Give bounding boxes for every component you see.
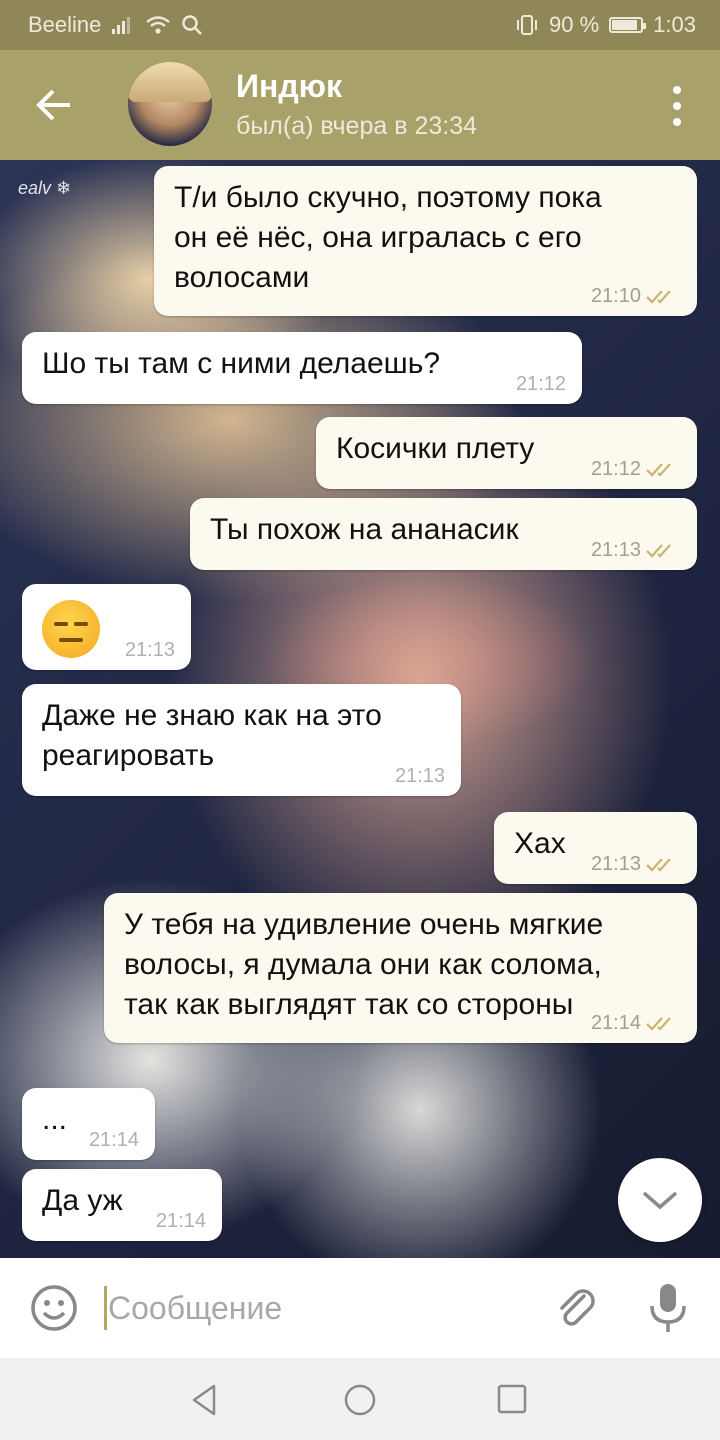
outgoing-message[interactable]: Хах 21:13 — [494, 812, 697, 884]
chat-area[interactable]: ealv ❄ Т/и было скучно, поэтому пока он е… — [0, 160, 720, 1258]
incoming-message[interactable]: 21:13 — [22, 584, 191, 670]
message-time: 21:14 — [590, 1012, 641, 1034]
message-meta: 21:14 — [156, 1211, 206, 1231]
message-text: У тебя на удивление очень мягкие волосы, … — [124, 905, 603, 1025]
chat-header: Индюк был(а) вчера в 23:34 — [0, 50, 720, 160]
message-time: 21:10 — [590, 285, 641, 307]
incoming-message[interactable]: Шо ты там с ними делаешь? 21:12 — [22, 332, 582, 404]
message-line: ... — [42, 1103, 68, 1136]
message-text: Ты похож на ананасик — [210, 510, 519, 550]
text-cursor — [104, 1286, 107, 1330]
message-text: Даже не знаю как на это реагировать — [42, 696, 382, 776]
incoming-message[interactable]: Да уж 21:14 — [22, 1169, 222, 1241]
message-text: Шо ты там с ними делаешь? — [42, 344, 440, 384]
message-composer — [0, 1258, 720, 1358]
wifi-icon — [146, 16, 171, 34]
more-vertical-icon[interactable] — [670, 86, 684, 126]
message-meta: 21:14 — [89, 1130, 139, 1150]
message-time: 21:13 — [124, 639, 175, 661]
message-time: 21:13 — [590, 539, 641, 561]
attach-button[interactable] — [550, 1282, 602, 1334]
battery-icon — [609, 17, 647, 33]
message-text: Да уж — [42, 1181, 123, 1221]
smiley-icon — [31, 1285, 77, 1331]
carrier-name: Beeline — [28, 12, 102, 37]
message-time: 21:13 — [590, 853, 641, 875]
outgoing-message[interactable]: У тебя на удивление очень мягкие волосы, … — [104, 893, 697, 1043]
search-icon — [182, 15, 203, 35]
outgoing-message[interactable]: Косички плету 21:12 — [316, 417, 697, 489]
message-meta: 21:12 — [516, 374, 566, 394]
message-meta: 21:13 — [591, 540, 681, 560]
message-line: Шо ты там с ними делаешь? — [42, 347, 441, 380]
message-meta: 21:14 — [591, 1013, 681, 1033]
nav-home-icon[interactable] — [342, 1382, 378, 1418]
message-time: 21:14 — [88, 1129, 139, 1151]
message-line: он её нёс, она игралась с его — [174, 221, 582, 254]
status-bar: Beeline 90 % 1:03 — [0, 0, 720, 50]
message-input[interactable] — [108, 1284, 528, 1332]
avatar[interactable] — [128, 62, 212, 146]
double-check-icon — [646, 1017, 671, 1031]
message-meta: 21:13 — [125, 640, 175, 660]
microphone-icon — [650, 1284, 686, 1332]
message-line: Т/и было скучно, поэтому пока — [174, 181, 602, 214]
message-time: 21:13 — [394, 765, 445, 787]
expressionless-face-emoji — [42, 600, 100, 658]
microphone-button[interactable] — [642, 1280, 694, 1336]
arrow-left-icon — [36, 89, 70, 121]
emoji-button[interactable] — [28, 1282, 80, 1334]
double-check-icon — [646, 858, 671, 872]
message-time: 21:12 — [590, 458, 641, 480]
chevron-down-icon — [642, 1191, 678, 1210]
message-line: Хах — [514, 827, 566, 860]
message-text: Косички плету — [336, 429, 534, 469]
scroll-down-button[interactable] — [618, 1158, 702, 1242]
double-check-icon — [646, 290, 671, 304]
paperclip-icon — [560, 1289, 595, 1326]
message-meta: 21:10 — [591, 286, 681, 306]
outgoing-message[interactable]: Т/и было скучно, поэтому пока он её нёс, … — [154, 166, 697, 316]
message-time: 21:14 — [155, 1210, 206, 1232]
wallpaper-watermark: ealv ❄ — [18, 178, 72, 198]
message-line: так как выглядят так со стороны — [124, 988, 574, 1021]
message-line: Косички плету — [336, 432, 535, 465]
battery-percent: 90 % — [549, 12, 600, 37]
outgoing-message[interactable]: Ты похож на ананасик 21:13 — [190, 498, 697, 570]
message-line: реагировать — [42, 739, 215, 772]
back-button[interactable] — [30, 80, 80, 130]
double-check-icon — [646, 463, 671, 477]
double-check-icon — [646, 544, 671, 558]
last-seen-status: был(а) вчера в 23:34 — [236, 112, 478, 140]
message-time: 21:12 — [515, 373, 566, 395]
clock: 1:03 — [653, 12, 696, 37]
incoming-message[interactable]: Даже не знаю как на это реагировать 21:13 — [22, 684, 461, 796]
incoming-message[interactable]: ... 21:14 — [22, 1088, 155, 1160]
message-line: волосами — [174, 261, 310, 294]
message-text: ... — [42, 1100, 67, 1140]
vibrate-icon — [517, 15, 538, 35]
system-navigation-bar — [0, 1358, 720, 1440]
message-line: Да уж — [42, 1184, 123, 1217]
message-line: У тебя на удивление очень мягкие — [124, 908, 604, 941]
message-meta: 21:13 — [591, 854, 681, 874]
contact-name[interactable]: Индюк — [236, 68, 342, 105]
message-line: Ты похож на ананасик — [210, 513, 519, 546]
message-text: Т/и было скучно, поэтому пока он её нёс, … — [174, 178, 602, 298]
message-line: волосы, я думала они как солома, — [124, 948, 602, 981]
message-line: Даже не знаю как на это — [42, 699, 382, 732]
message-meta: 21:13 — [395, 766, 445, 786]
message-meta: 21:12 — [591, 459, 681, 479]
nav-back-icon[interactable] — [186, 1382, 222, 1418]
message-text: Хах — [514, 824, 566, 864]
nav-recents-icon[interactable] — [496, 1383, 528, 1415]
signal-icon — [112, 17, 131, 34]
